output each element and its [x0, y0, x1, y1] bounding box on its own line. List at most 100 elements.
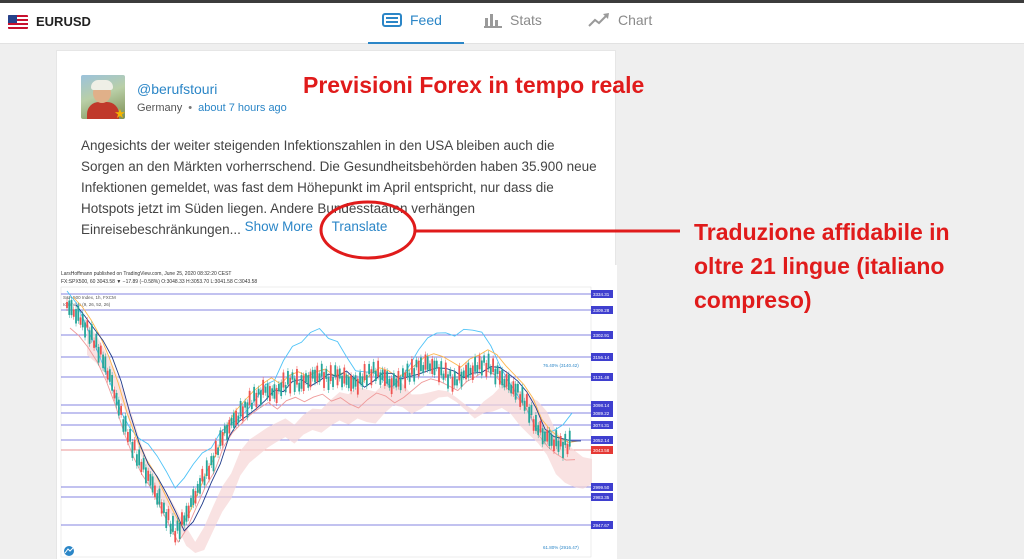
price-label: 2999.50 [593, 485, 610, 490]
candle-body [336, 369, 339, 386]
candle-body [386, 371, 389, 384]
candle-body [269, 386, 271, 402]
show-more-link[interactable]: Show More [245, 219, 313, 234]
candle-body [183, 515, 186, 526]
candle-body [187, 505, 190, 519]
candle-body [113, 389, 116, 399]
star-badge-icon: ★ [114, 106, 126, 121]
candle-body [485, 362, 488, 377]
symbol-selector[interactable]: EURUSD [8, 14, 91, 29]
candle-body [352, 377, 355, 389]
post-chart-image[interactable]: LarsHoffmann published on TradingView.co… [57, 265, 617, 559]
candle-body [287, 371, 289, 385]
candle-body [390, 378, 393, 395]
candle-body [160, 502, 163, 514]
candle-body [453, 371, 456, 386]
candle-body [104, 356, 107, 373]
candle-body [332, 376, 334, 388]
price-label: 3309.28 [593, 308, 610, 313]
candle-body [365, 374, 368, 387]
candle-body [564, 433, 567, 446]
candle-body [226, 424, 228, 440]
candle-body [284, 384, 287, 393]
candle-body [120, 406, 123, 415]
candle-body [289, 377, 292, 394]
candle-body [559, 436, 562, 447]
candle-body [232, 412, 235, 428]
candle-body [413, 368, 416, 382]
tab-stats[interactable]: Stats [484, 12, 542, 44]
candle-body [494, 368, 497, 385]
candle-body [210, 456, 213, 465]
tab-feed[interactable]: Feed [368, 12, 464, 44]
candle-body [510, 384, 513, 394]
candle-body [90, 324, 93, 340]
candle-body [266, 383, 269, 399]
candle-body [291, 372, 294, 380]
candle-body [327, 377, 330, 390]
price-label: 3089.22 [593, 411, 610, 416]
candle-body [174, 530, 177, 543]
candle-body [95, 333, 98, 348]
candle-body [138, 449, 141, 466]
candle-body [117, 399, 120, 416]
candle-body [86, 320, 89, 328]
candle-body [444, 362, 447, 378]
candle-body [293, 378, 296, 392]
tradingview-logo-icon [64, 546, 74, 556]
candle-body [388, 378, 391, 388]
candle-body [192, 489, 195, 506]
candle-body [169, 523, 172, 534]
candle-body [496, 365, 499, 375]
candle-body [217, 447, 219, 455]
candle-body [84, 322, 86, 338]
candle-body [329, 365, 332, 382]
candle-body [149, 474, 152, 486]
translate-link[interactable]: Translate [332, 219, 388, 234]
candle-body [435, 360, 438, 369]
top-bar: EURUSD Feed Stats Chart [0, 0, 1024, 44]
candle-body [124, 415, 127, 432]
candle-body [102, 354, 104, 369]
candle-body [492, 358, 494, 373]
candle-body [456, 379, 458, 386]
candle-body [440, 361, 443, 376]
candle-body [259, 390, 262, 405]
candle-body [323, 372, 325, 388]
candle-body [557, 440, 560, 452]
author-country: Germany [137, 102, 183, 114]
candle-body [516, 383, 519, 393]
candle-body [429, 363, 431, 372]
candle-body [203, 476, 206, 486]
candle-body [474, 356, 476, 372]
candle-body [97, 346, 100, 363]
candle-body [205, 460, 208, 476]
candle-body [381, 369, 384, 380]
candle-body [165, 511, 168, 528]
candle-body [553, 439, 555, 452]
candle-body [151, 476, 154, 493]
candle-body [167, 508, 170, 521]
candle-body [383, 369, 386, 386]
candle-body [354, 375, 357, 387]
candle-body [199, 478, 201, 494]
candle-body [521, 386, 524, 403]
candle-body [415, 359, 418, 368]
candle-body [311, 369, 314, 379]
candle-body [129, 428, 132, 442]
candle-body [535, 415, 537, 431]
candle-body [431, 358, 434, 375]
candle-body [377, 360, 380, 377]
candle-body [334, 365, 337, 377]
author-handle[interactable]: @berufstouri [137, 81, 217, 97]
price-label: 3074.31 [593, 423, 610, 428]
tab-chart[interactable]: Chart [588, 12, 652, 44]
fib-label-bottom: 61.80% (2916.47) [543, 545, 579, 550]
candle-body [230, 417, 233, 426]
candle-body [280, 382, 283, 397]
candle-body [469, 367, 472, 376]
candle-body [546, 429, 549, 442]
post-timestamp[interactable]: about 7 hours ago [198, 102, 287, 114]
candle-body [465, 364, 467, 380]
candle-body [548, 430, 551, 447]
